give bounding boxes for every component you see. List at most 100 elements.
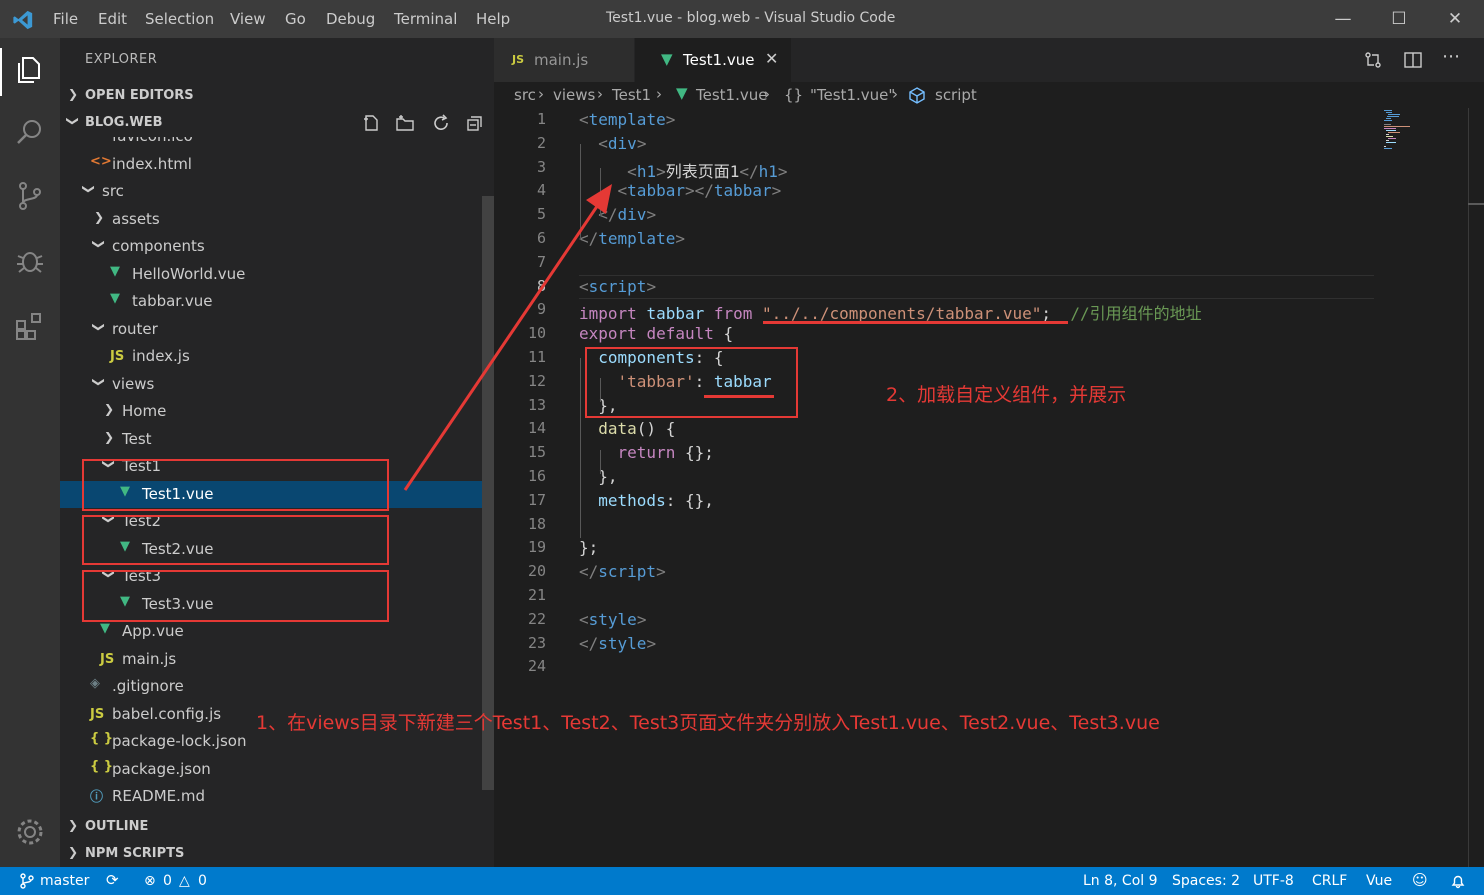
settings-gear-icon[interactable] bbox=[14, 816, 46, 848]
extensions-icon[interactable] bbox=[14, 310, 46, 342]
encoding[interactable]: UTF-8 bbox=[1253, 873, 1294, 889]
errors-icon[interactable]: ⊗ bbox=[144, 873, 156, 889]
code-token: tabbar bbox=[713, 181, 772, 201]
more-actions-icon[interactable]: ⋯ bbox=[1442, 46, 1460, 67]
minimap[interactable] bbox=[1382, 108, 1412, 153]
tree-item[interactable]: ❯ src bbox=[60, 178, 480, 205]
code-line[interactable]: <h1>列表页面1</h1> bbox=[579, 158, 787, 182]
warning-count[interactable]: 0 bbox=[198, 873, 207, 889]
tree-item[interactable]: ❯ Home bbox=[60, 398, 480, 425]
breadcrumb-separator-icon: › bbox=[597, 85, 603, 103]
new-file-icon[interactable] bbox=[362, 114, 380, 132]
maximize-button[interactable]: ☐ bbox=[1386, 6, 1412, 32]
code-line[interactable]: <div> bbox=[579, 134, 646, 153]
module-cube-icon bbox=[909, 87, 925, 104]
feedback-icon[interactable]: ☺ bbox=[1412, 871, 1428, 889]
compare-changes-icon[interactable] bbox=[1364, 51, 1382, 69]
warning-icon[interactable]: △ bbox=[179, 873, 190, 889]
tree-item[interactable]: ★ favicon.ico bbox=[60, 137, 480, 150]
code-line[interactable]: }; bbox=[579, 538, 598, 557]
code-line[interactable]: <script> bbox=[579, 277, 656, 296]
open-editors-section[interactable]: ❯ OPEN EDITORS bbox=[60, 83, 494, 109]
collapse-all-icon[interactable] bbox=[466, 114, 484, 132]
code-token: 列表页面1 bbox=[665, 161, 740, 181]
tree-item[interactable]: ⓘ README.md bbox=[60, 783, 480, 810]
tree-item[interactable]: ❯ components bbox=[60, 233, 480, 260]
new-folder-icon[interactable] bbox=[396, 114, 414, 132]
menu-edit[interactable]: Edit bbox=[98, 10, 127, 28]
editor-scrollbar[interactable] bbox=[1468, 203, 1484, 205]
branch-name[interactable]: master bbox=[40, 873, 89, 889]
breadcrumb-file[interactable]: Test1.vue bbox=[696, 86, 767, 104]
npm-scripts-section[interactable]: ❯ NPM SCRIPTS bbox=[60, 841, 494, 867]
menu-view[interactable]: View bbox=[230, 10, 266, 28]
indentation[interactable]: Spaces: 2 bbox=[1172, 873, 1240, 889]
tree-item[interactable]: JS index.js bbox=[60, 343, 480, 370]
menu-debug[interactable]: Debug bbox=[326, 10, 375, 28]
line-ending[interactable]: CRLF bbox=[1312, 873, 1347, 889]
search-icon[interactable] bbox=[14, 116, 46, 148]
tree-item-label: Test bbox=[122, 429, 152, 448]
breadcrumb-object[interactable]: "Test1.vue" bbox=[810, 86, 895, 104]
line-number: 13 bbox=[527, 395, 546, 414]
tree-item[interactable]: ❯ Test bbox=[60, 426, 480, 453]
close-window-button[interactable]: ✕ bbox=[1442, 6, 1468, 32]
tree-item[interactable]: ❯ views bbox=[60, 371, 480, 398]
breadcrumb-script[interactable]: script bbox=[935, 86, 977, 104]
close-tab-icon[interactable]: ✕ bbox=[765, 49, 778, 68]
code-line[interactable]: }, bbox=[579, 467, 617, 486]
code-line[interactable]: export default { bbox=[579, 324, 733, 343]
menu-selection[interactable]: Selection bbox=[145, 10, 214, 28]
tree-item[interactable]: JS main.js bbox=[60, 646, 480, 673]
code-line[interactable]: <style> bbox=[579, 610, 646, 629]
menu-terminal[interactable]: Terminal bbox=[394, 10, 457, 28]
highlight-test2-folder bbox=[82, 515, 389, 565]
cursor-position[interactable]: Ln 8, Col 9 bbox=[1083, 873, 1158, 889]
files-icon[interactable] bbox=[14, 54, 46, 86]
folder-section-blog-web[interactable]: ❯ BLOG.WEB bbox=[60, 110, 494, 136]
menu-help[interactable]: Help bbox=[476, 10, 510, 28]
menu-file[interactable]: File bbox=[53, 10, 78, 28]
notifications-bell-icon[interactable] bbox=[1450, 873, 1466, 889]
code-token: from bbox=[713, 304, 753, 324]
code-line[interactable]: </style> bbox=[579, 634, 656, 653]
outline-section[interactable]: ❯ OUTLINE bbox=[60, 814, 494, 840]
code-line[interactable]: </template> bbox=[579, 229, 685, 248]
refresh-icon[interactable] bbox=[432, 114, 450, 132]
tab-test1-vue[interactable]: ▼ Test1.vue ✕ bbox=[635, 38, 791, 82]
tree-item[interactable]: <> index.html bbox=[60, 151, 480, 178]
minimize-button[interactable]: — bbox=[1330, 6, 1356, 32]
code-area[interactable]: 1 2 3 4 5 6 7 8 9 10 11 12 13 14 15 16 17 18 19 20 21 22 23 24 <… bbox=[494, 108, 1484, 867]
breadcrumb-src[interactable]: src bbox=[514, 86, 536, 104]
code-line[interactable]: <tabbar></tabbar> bbox=[579, 181, 782, 201]
language-mode[interactable]: Vue bbox=[1366, 873, 1392, 889]
tree-item[interactable]: { } package.json bbox=[60, 756, 480, 783]
breadcrumb-views[interactable]: views bbox=[553, 86, 595, 104]
tree-item[interactable]: ❯ router bbox=[60, 316, 480, 343]
code-line[interactable]: <template> bbox=[579, 110, 675, 129]
code-line[interactable]: </script> bbox=[579, 562, 666, 581]
sidebar-scrollbar[interactable] bbox=[482, 196, 494, 790]
menu-go[interactable]: Go bbox=[285, 10, 306, 28]
line-number: 17 bbox=[527, 490, 546, 509]
code-line[interactable]: data() { bbox=[579, 419, 675, 438]
tree-item[interactable]: ▼ HelloWorld.vue bbox=[60, 261, 480, 288]
tree-item[interactable]: ❯ assets bbox=[60, 206, 480, 233]
tab-main-js[interactable]: JS main.js bbox=[494, 38, 634, 82]
error-count[interactable]: 0 bbox=[163, 873, 172, 889]
tree-item[interactable]: ▼ tabbar.vue bbox=[60, 288, 480, 315]
breadcrumb-test1[interactable]: Test1 bbox=[612, 86, 651, 104]
tree-item-label: favicon.ico bbox=[112, 137, 193, 145]
code-line[interactable]: methods: {}, bbox=[579, 491, 714, 510]
debug-icon[interactable] bbox=[14, 244, 46, 276]
source-control-icon[interactable] bbox=[14, 180, 46, 212]
split-editor-icon[interactable] bbox=[1404, 51, 1422, 69]
tree-item[interactable]: ▼ App.vue bbox=[60, 618, 480, 645]
tree-item[interactable]: ◈ .gitignore bbox=[60, 673, 480, 700]
code-line[interactable]: </div> bbox=[579, 205, 656, 224]
code-editor[interactable]: 1 2 3 4 5 6 7 8 9 10 11 12 13 14 15 16 17 18 19 20 21 22 23 24 <… bbox=[494, 108, 1484, 867]
sync-icon[interactable]: ⟳ bbox=[106, 871, 119, 889]
